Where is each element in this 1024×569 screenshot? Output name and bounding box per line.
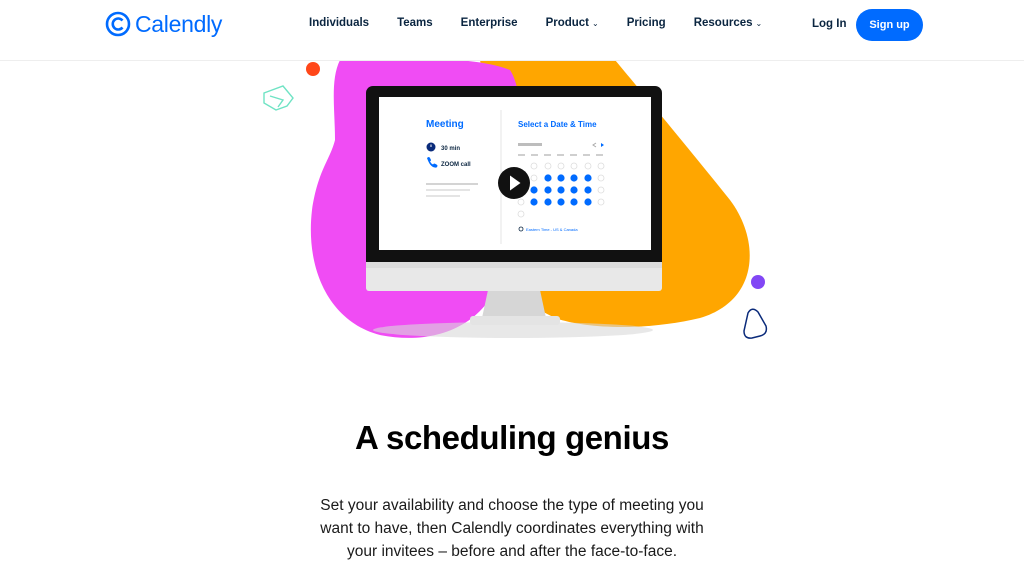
chevron-down-icon: ⌄ bbox=[592, 18, 599, 28]
top-navigation: Calendly Individuals Teams Enterprise Pr… bbox=[0, 0, 1024, 61]
screen-meeting-title: Meeting bbox=[426, 119, 464, 130]
nav-item-resources[interactable]: Resources ⌄ bbox=[694, 17, 763, 29]
hero-subtext-line: want to have, then Calendly coordinates … bbox=[320, 520, 704, 537]
screen-timezone: Eastern Time - US & Canada bbox=[526, 227, 578, 232]
logo-text: Calendly bbox=[135, 10, 223, 37]
logo[interactable]: Calendly bbox=[105, 10, 222, 38]
nav-item-pricing[interactable]: Pricing bbox=[627, 17, 666, 29]
hero-subtext-line: Set your availability and choose the typ… bbox=[320, 497, 704, 514]
screen-location: ZOOM call bbox=[441, 162, 471, 168]
calendly-logo-icon bbox=[105, 11, 131, 37]
screen-picker-title: Select a Date & Time bbox=[518, 120, 597, 129]
purple-dot-decoration bbox=[751, 275, 765, 289]
monitor-base bbox=[470, 316, 560, 325]
signup-button[interactable]: Sign up bbox=[856, 9, 923, 41]
nav-item-enterprise[interactable]: Enterprise bbox=[461, 17, 518, 29]
login-link[interactable]: Log In bbox=[812, 18, 847, 30]
nav-item-product[interactable]: Product ⌄ bbox=[546, 17, 599, 29]
monitor-stand bbox=[482, 290, 546, 318]
hero-subtext: Set your availability and choose the typ… bbox=[282, 494, 742, 563]
red-dot-decoration bbox=[306, 62, 320, 76]
nav-item-teams[interactable]: Teams bbox=[397, 17, 433, 29]
screen-duration: 30 min bbox=[441, 146, 460, 152]
nav-item-individuals[interactable]: Individuals bbox=[309, 17, 369, 29]
hero-illustration: Meeting 30 min ZOOM call Select a Date &… bbox=[263, 58, 768, 339]
play-button[interactable] bbox=[498, 167, 530, 199]
green-outline-decoration bbox=[263, 85, 294, 111]
triangle-outline-decoration bbox=[743, 308, 768, 339]
hero-subtext-line: your invitees – before and after the fac… bbox=[347, 543, 677, 560]
main-menu: Individuals Teams Enterprise Product ⌄ Pr… bbox=[309, 17, 790, 29]
hero-headline: A scheduling genius bbox=[355, 419, 669, 456]
hero-section: Meeting 30 min ZOOM call Select a Date &… bbox=[0, 0, 1024, 569]
chevron-down-icon: ⌄ bbox=[755, 18, 763, 28]
